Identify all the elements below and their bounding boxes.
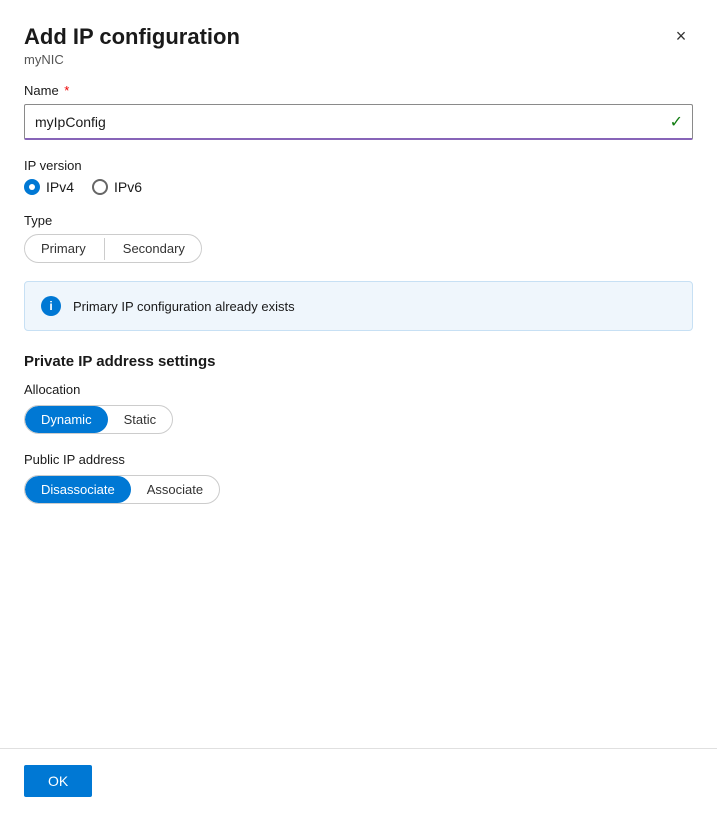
close-icon: ×	[676, 26, 687, 47]
ok-button[interactable]: OK	[24, 765, 92, 797]
disassociate-button[interactable]: Disassociate	[25, 476, 131, 503]
ip-version-radio-group: IPv4 IPv6	[24, 179, 693, 195]
dialog-header: Add IP configuration myNIC ×	[0, 0, 717, 75]
type-secondary-button[interactable]: Secondary	[107, 235, 201, 262]
ipv4-radio-circle	[24, 179, 40, 195]
associate-button[interactable]: Associate	[131, 476, 219, 503]
info-box: i Primary IP configuration already exist…	[24, 281, 693, 331]
type-divider	[104, 238, 105, 260]
ipv4-radio-item[interactable]: IPv4	[24, 179, 74, 195]
ipv6-label: IPv6	[114, 179, 142, 195]
allocation-dynamic-button[interactable]: Dynamic	[25, 406, 108, 433]
name-input[interactable]	[24, 104, 693, 140]
checkmark-icon: ✓	[670, 112, 683, 132]
name-label: Name *	[24, 83, 693, 98]
name-input-wrapper: ✓	[24, 104, 693, 140]
name-field-group: Name * ✓	[24, 83, 693, 140]
info-icon: i	[41, 296, 61, 316]
ipv6-radio-circle	[92, 179, 108, 195]
allocation-label: Allocation	[24, 382, 693, 397]
required-indicator: *	[61, 83, 70, 98]
public-ip-label: Public IP address	[24, 452, 693, 467]
ipv6-radio-item[interactable]: IPv6	[92, 179, 142, 195]
type-field-group: Type Primary Secondary	[24, 213, 693, 263]
info-message: Primary IP configuration already exists	[73, 299, 295, 314]
dialog-subtitle: myNIC	[24, 52, 693, 67]
type-label: Type	[24, 213, 693, 228]
public-ip-section: Public IP address Disassociate Associate	[24, 452, 693, 504]
dialog-body: Name * ✓ IP version IPv4 IPv6	[0, 75, 717, 748]
dialog-title: Add IP configuration	[24, 24, 693, 50]
close-button[interactable]: ×	[665, 20, 697, 52]
ip-version-group: IP version IPv4 IPv6	[24, 158, 693, 195]
allocation-toggle-group: Dynamic Static	[24, 405, 173, 434]
ip-version-label: IP version	[24, 158, 693, 173]
dialog-footer: OK	[0, 748, 717, 813]
ipv4-label: IPv4	[46, 179, 74, 195]
public-ip-toggle-group: Disassociate Associate	[24, 475, 220, 504]
allocation-static-button[interactable]: Static	[108, 406, 173, 433]
type-toggle-group: Primary Secondary	[24, 234, 202, 263]
private-ip-title: Private IP address settings	[24, 353, 693, 370]
add-ip-config-dialog: Add IP configuration myNIC × Name * ✓ IP…	[0, 0, 717, 813]
type-primary-button[interactable]: Primary	[25, 235, 102, 262]
private-ip-section: Private IP address settings Allocation D…	[24, 353, 693, 434]
